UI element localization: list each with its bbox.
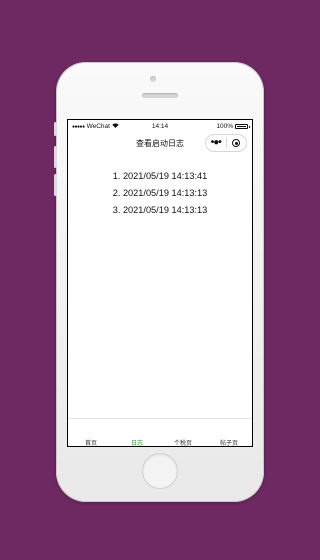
- phone-screen: ●●●●● WeChat 14:14 100% 查看启动日志 •●• 1. 20…: [67, 119, 253, 447]
- status-right: 100%: [216, 123, 250, 130]
- home-button[interactable]: [142, 453, 178, 489]
- more-dots-icon[interactable]: •●•: [206, 136, 226, 150]
- tab-home[interactable]: 首页: [68, 419, 114, 446]
- close-ring: [232, 139, 241, 147]
- earpiece-speaker: [142, 93, 178, 98]
- list-item: 1. 2021/05/19 14:13:41: [112, 171, 208, 181]
- battery-fill: [237, 126, 246, 127]
- volume-down-button: [54, 174, 57, 196]
- tab-post[interactable]: 帖子页: [206, 419, 252, 446]
- navigation-bar: 查看启动日志 •●•: [68, 133, 252, 153]
- launch-log-list: 1. 2021/05/19 14:13:41 2. 2021/05/19 14:…: [68, 168, 252, 219]
- battery-icon: [235, 124, 250, 129]
- list-item: 3. 2021/05/19 14:13:13: [112, 205, 208, 215]
- front-camera: [150, 76, 156, 82]
- mini-program-capsule: •●•: [205, 134, 247, 152]
- tab-bar: 首页 日志 个税页 帖子页: [68, 418, 252, 446]
- status-bar: ●●●●● WeChat 14:14 100%: [68, 120, 252, 133]
- tab-tax[interactable]: 个税页: [160, 419, 206, 446]
- list-item: 2. 2021/05/19 14:13:13: [112, 188, 208, 198]
- battery-percent: 100%: [216, 123, 233, 130]
- target-close-icon[interactable]: [227, 139, 247, 147]
- mute-switch: [54, 122, 57, 136]
- volume-up-button: [54, 146, 57, 168]
- tab-log[interactable]: 日志: [114, 419, 160, 446]
- close-ring-dot: [234, 141, 238, 145]
